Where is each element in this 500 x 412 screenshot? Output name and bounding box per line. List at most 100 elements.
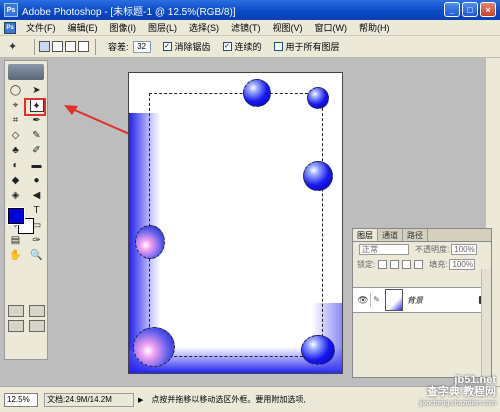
blob-shape — [133, 327, 175, 367]
blob-shape — [301, 335, 335, 365]
lock-pixels-icon[interactable] — [390, 260, 400, 269]
add-selection-button[interactable] — [52, 41, 63, 52]
tool-button[interactable]: ◀ — [30, 189, 44, 202]
new-selection-button[interactable] — [39, 41, 50, 52]
maximize-button[interactable]: □ — [462, 2, 478, 17]
tool-button[interactable]: ◯ — [9, 84, 23, 97]
tool-button[interactable]: ⌗ — [9, 114, 23, 127]
menu-select[interactable]: 选择(S) — [183, 21, 225, 34]
lock-all-icon[interactable] — [414, 260, 424, 269]
feather-logo-icon[interactable] — [8, 64, 44, 80]
tool-button[interactable]: ▤ — [9, 234, 23, 247]
contiguous-label: 连续的 — [234, 42, 262, 52]
menu-file[interactable]: 文件(F) — [20, 21, 62, 34]
tab-layers[interactable]: 图层 — [353, 229, 378, 241]
divider — [95, 38, 96, 55]
fullscreen-mode-button[interactable] — [28, 319, 45, 332]
screen-mode-buttons — [5, 318, 47, 333]
menu-filter[interactable]: 滤镜(T) — [225, 21, 267, 34]
layer-thumbnail — [385, 289, 403, 311]
zoom-input[interactable]: 12.5% — [4, 392, 38, 407]
tool-row: ♣ ✐ — [5, 143, 47, 158]
tool-row: ◐ ▬ — [5, 158, 47, 173]
divider — [34, 38, 35, 55]
menu-help[interactable]: 帮助(H) — [353, 21, 396, 34]
tool-button[interactable]: ✐ — [30, 144, 44, 157]
tool-button[interactable]: ◐ — [9, 159, 23, 172]
tool-button[interactable]: ➤ — [30, 84, 44, 97]
layer-row-background[interactable]: 👁 ✎ 背景 — [353, 287, 491, 313]
tab-channels[interactable]: 通道 — [378, 229, 403, 241]
tool-button[interactable]: T — [30, 204, 44, 217]
tool-row: ◆ ● — [5, 173, 47, 188]
watermark-url: jiaocheng.chazidian.com — [419, 400, 496, 407]
tool-row: ◇ ✎ — [5, 128, 47, 143]
tool-button[interactable]: ✎ — [30, 129, 44, 142]
selection-marquee[interactable] — [149, 93, 323, 357]
tool-highlight-box — [24, 98, 46, 116]
all-layers-checkbox[interactable] — [273, 42, 283, 51]
fill-input[interactable]: 100% — [449, 259, 476, 270]
layers-scrollbar[interactable] — [481, 269, 491, 377]
brush-icon: ✎ — [370, 293, 382, 307]
tool-button[interactable]: ♣ — [9, 144, 23, 157]
antialias-checkbox[interactable]: ✓ — [162, 42, 172, 51]
status-menu-arrow-icon[interactable]: ▶ — [138, 396, 143, 404]
tool-button[interactable]: ✋ — [9, 249, 23, 262]
document-canvas[interactable] — [128, 72, 343, 374]
quickmask-mode-button[interactable] — [28, 304, 45, 317]
blend-mode-select[interactable]: 正常 — [359, 244, 409, 255]
magic-wand-icon[interactable]: ✦ — [8, 39, 30, 55]
tolerance-label: 容差: — [108, 42, 129, 52]
window-title: Adobe Photoshop - [未标题-1 @ 12.5%(RGB/8)] — [22, 6, 236, 18]
menu-layer[interactable]: 图层(L) — [142, 21, 183, 34]
foreground-color-swatch[interactable] — [7, 207, 25, 225]
tool-button[interactable]: ◈ — [9, 189, 23, 202]
document-info: 文档:24.9M/14.2M — [44, 392, 134, 407]
tool-button[interactable]: ◇ — [9, 129, 23, 142]
subtract-selection-button[interactable] — [65, 41, 76, 52]
tool-button[interactable]: ▬ — [30, 159, 44, 172]
title-bar: Ps Adobe Photoshop - [未标题-1 @ 12.5%(RGB/… — [0, 0, 500, 20]
layer-name[interactable]: 背景 — [407, 295, 423, 306]
blob-shape — [135, 225, 165, 259]
blob-shape — [307, 87, 329, 109]
mode-buttons — [5, 303, 47, 318]
minimize-button[interactable]: _ — [444, 2, 460, 17]
opacity-input[interactable]: 100% — [451, 244, 478, 255]
menu-edit[interactable]: 编辑(E) — [62, 21, 104, 34]
lock-label: 锁定: — [357, 260, 376, 269]
tool-button[interactable]: ⌖ — [9, 99, 23, 112]
tool-button[interactable]: ◆ — [9, 174, 23, 187]
antialias-label: 消除锯齿 — [174, 42, 211, 52]
status-hint: 点按并拖移以移动选区外框。要用附加选项, — [151, 395, 306, 404]
tool-button[interactable]: ● — [30, 174, 44, 187]
menu-window[interactable]: 窗口(W) — [309, 21, 354, 34]
tab-paths[interactable]: 路径 — [403, 229, 428, 241]
close-button[interactable]: × — [480, 2, 496, 17]
eye-icon[interactable]: 👁 — [356, 293, 370, 307]
standard-mode-button[interactable] — [7, 304, 24, 317]
screen-mode-button[interactable] — [7, 319, 24, 332]
menu-image[interactable]: 图像(I) — [104, 21, 143, 34]
fill-label: 填充: — [429, 260, 448, 269]
blob-shape — [243, 79, 271, 107]
options-bar: ✦ 容差: 32 ✓ 消除锯齿 ✓ 连续的 用于所有图层 — [0, 36, 500, 58]
photoshop-logo-icon: Ps — [4, 3, 18, 17]
watermark-title: 查字典 教程网 — [426, 386, 496, 398]
tolerance-input[interactable]: 32 — [132, 40, 151, 53]
tool-button[interactable]: ✑ — [30, 234, 44, 247]
tool-row: ◯ ➤ — [5, 83, 47, 98]
app-menu-icon[interactable]: Ps — [4, 21, 16, 34]
opacity-label: 不透明度: — [415, 245, 450, 254]
watermark-site: jb51.net — [454, 374, 496, 386]
lock-position-icon[interactable] — [402, 260, 412, 269]
intersect-selection-button[interactable] — [78, 41, 89, 52]
tool-button[interactable]: 🔍 — [30, 249, 44, 262]
tool-row: ◈ ◀ — [5, 188, 47, 203]
lock-transparency-icon[interactable] — [378, 260, 388, 269]
contiguous-checkbox[interactable]: ✓ — [222, 42, 232, 51]
all-layers-label: 用于所有图层 — [285, 42, 340, 52]
menu-view[interactable]: 视图(V) — [267, 21, 309, 34]
watermark: jb51.net 查字典 教程网 jiaocheng.chazidian.com — [419, 374, 496, 410]
